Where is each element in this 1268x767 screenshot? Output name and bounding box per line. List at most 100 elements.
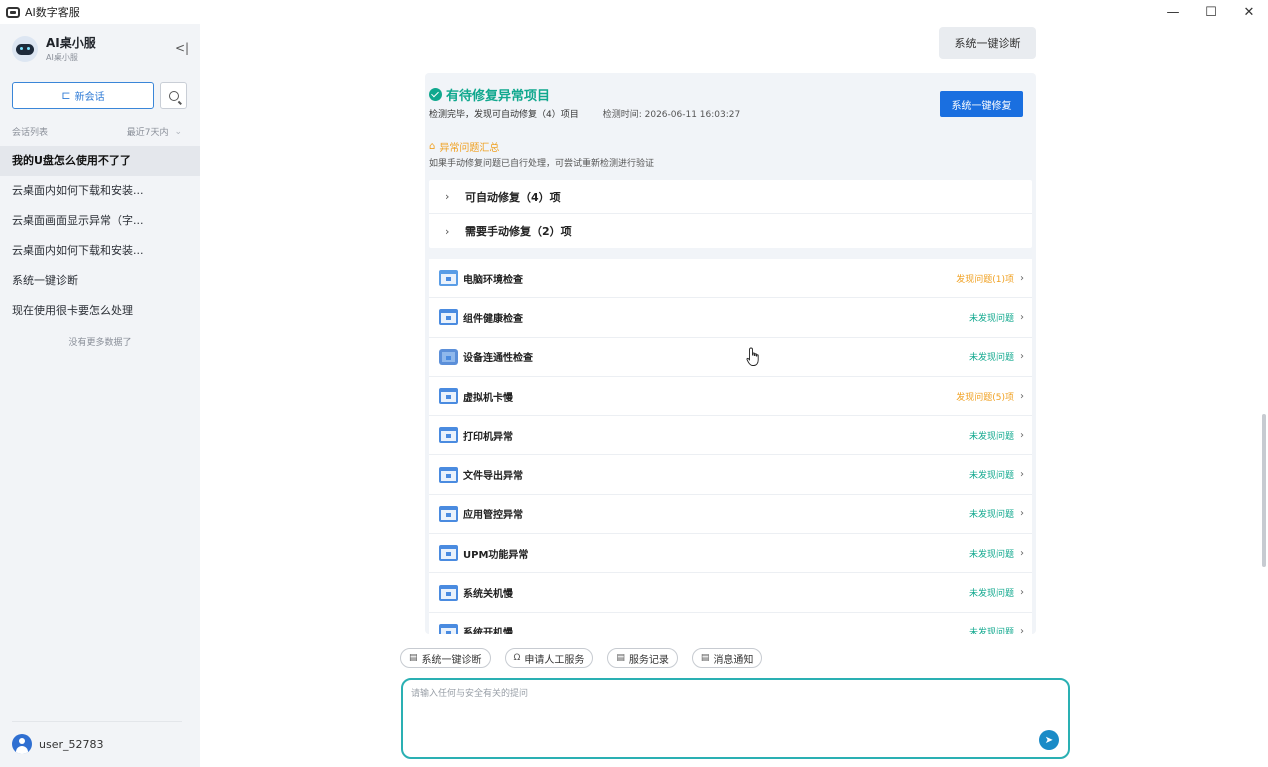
date-filter-dropdown[interactable]: 最近7天内 ⌄ [126, 125, 182, 139]
chip-label: 系统一键诊断 [421, 654, 482, 666]
check-item[interactable]: 系统开机慢 未发现问题 › [429, 613, 1032, 634]
check-status: 未发现问题 [968, 431, 1014, 442]
quick-action-diagnose[interactable]: ▤ 系统一键诊断 [400, 648, 491, 668]
check-name: 电脑环境检查 [463, 274, 523, 286]
window-controls: — ☐ ✕ [1154, 0, 1268, 24]
new-chat-label: 新会话 [74, 92, 105, 103]
chevron-right-icon: › [1020, 272, 1024, 284]
conversation-list-header: 会话列表 最近7天内 ⌄ [12, 125, 182, 139]
sidebar: AI桌小服 AI桌小服 <| ⊏ 新会话 会话列表 最近7天内 ⌄ 我的U盘怎么… [0, 24, 200, 767]
check-status: 未发现问题 [968, 549, 1014, 560]
check-item[interactable]: 系统关机慢 未发现问题 › [429, 573, 1032, 613]
window-icon [439, 545, 458, 562]
one-click-fix-button[interactable]: 系统一键修复 [940, 91, 1023, 117]
app-icon [6, 6, 20, 18]
quick-action-service-records[interactable]: ▤ 服务记录 [607, 648, 678, 668]
check-circle-icon [429, 88, 442, 101]
check-name: 设备连通性检查 [463, 353, 533, 365]
maximize-button[interactable]: ☐ [1192, 0, 1230, 24]
search-button[interactable] [160, 82, 187, 109]
conversation-item[interactable]: 云桌面内如何下载和安装... [0, 176, 200, 206]
issue-summary-text: 异常问题汇总 [439, 143, 500, 154]
check-item[interactable]: 设备连通性检查 未发现问题 › [429, 338, 1032, 377]
diagnosis-result-panel: 有待修复异常项目 检测完毕，发现可自动修复（4）项目 检测时间: 2026-06-… [425, 73, 1036, 634]
check-status: 未发现问题 [968, 353, 1014, 364]
doc-icon: ▤ [409, 653, 418, 663]
doc-icon: ▤ [616, 653, 625, 663]
check-item[interactable]: 电脑环境检查 发现问题(1)项 › [429, 259, 1032, 299]
window-icon [439, 309, 458, 326]
conversation-item[interactable]: 云桌面内如何下载和安装... [0, 236, 200, 266]
new-chat-button[interactable]: ⊏ 新会话 [12, 82, 154, 109]
check-item[interactable]: UPM功能异常 未发现问题 › [429, 534, 1032, 574]
sidebar-divider [12, 721, 182, 722]
send-icon: ➤ [1044, 734, 1054, 746]
search-icon [168, 90, 179, 101]
new-chat-icon: ⊏ [61, 89, 71, 102]
conversation-item[interactable]: 云桌面画面显示异常（字... [0, 206, 200, 236]
chevron-right-icon: › [1020, 351, 1024, 363]
window-icon [439, 388, 458, 405]
window-icon [439, 584, 458, 601]
detection-time: 检测时间: 2026-06-11 16:03:27 [602, 110, 741, 120]
check-status: 未发现问题 [968, 628, 1014, 634]
check-status: 未发现问题 [968, 313, 1014, 324]
minimize-button[interactable]: — [1154, 0, 1192, 24]
check-status: 发现问题(5)项 [956, 392, 1014, 403]
conversation-list: 我的U盘怎么使用不了了 云桌面内如何下载和安装... 云桌面画面显示异常（字..… [0, 146, 200, 326]
chevron-right-icon: › [1020, 429, 1024, 441]
check-item[interactable]: 虚拟机卡慢 发现问题(5)项 › [429, 377, 1032, 417]
user-profile[interactable]: user_52783 [12, 734, 104, 754]
check-status: 发现问题(1)项 [956, 274, 1014, 285]
result-title-text: 有待修复异常项目 [446, 89, 551, 104]
manual-fix-group[interactable]: › 需要手动修复（2）项 [429, 214, 1032, 248]
check-status: 未发现问题 [968, 589, 1014, 600]
cube-icon [439, 348, 458, 365]
check-item[interactable]: 组件健康检查 未发现问题 › [429, 298, 1032, 338]
group-label: 需要手动修复（2）项 [465, 225, 572, 238]
date-filter-label: 最近7天内 [126, 128, 169, 138]
quick-action-human-service[interactable]: Ω 申请人工服务 [504, 648, 594, 668]
doc-icon: ▤ [700, 653, 710, 663]
check-item[interactable]: 应用管控异常 未发现问题 › [429, 495, 1032, 535]
quick-action-notifications[interactable]: ▤ 消息通知 [691, 648, 763, 668]
check-name: 虚拟机卡慢 [463, 392, 513, 404]
check-status: 未发现问题 [968, 471, 1014, 482]
window-icon [439, 623, 458, 634]
system-diagnose-button[interactable]: 系统一键诊断 [939, 27, 1036, 59]
page-scrollbar[interactable] [1262, 414, 1266, 567]
brand-subtitle: AI桌小服 [46, 53, 78, 62]
user-name: user_52783 [39, 737, 104, 751]
check-name: 打印机异常 [463, 431, 513, 443]
chip-label: 申请人工服务 [524, 654, 585, 666]
close-button[interactable]: ✕ [1230, 0, 1268, 24]
conversation-item[interactable]: 我的U盘怎么使用不了了 [0, 146, 200, 176]
headset-icon: Ω [513, 653, 521, 663]
collapse-sidebar-icon[interactable]: <| [175, 41, 189, 55]
check-name: 应用管控异常 [463, 510, 523, 522]
hand-cursor-icon [746, 347, 759, 366]
check-item[interactable]: 文件导出异常 未发现问题 › [429, 455, 1032, 495]
question-input[interactable] [411, 686, 1031, 746]
check-name: 文件导出异常 [463, 471, 523, 483]
chevron-right-icon: › [1020, 469, 1024, 481]
chevron-right-icon: › [1020, 311, 1024, 323]
window-icon [439, 427, 458, 444]
window-title: AI数字客服 [25, 6, 80, 19]
chip-label: 服务记录 [628, 654, 669, 666]
send-button[interactable]: ➤ [1039, 730, 1059, 750]
monitor-icon [439, 270, 458, 287]
issue-summary-hint: 如果手动修复问题已自行处理，可尝试重新检测进行验证 [429, 159, 655, 169]
result-subtitle: 检测完毕，发现可自动修复（4）项目 检测时间: 2026-06-11 16:03:… [429, 107, 740, 120]
conversation-item[interactable]: 系统一键诊断 [0, 266, 200, 296]
robot-avatar-icon [12, 35, 38, 62]
auto-fix-group[interactable]: › 可自动修复（4）项 [429, 180, 1032, 214]
check-item[interactable]: 打印机异常 未发现问题 › [429, 416, 1032, 456]
check-list: 电脑环境检查 发现问题(1)项 › 组件健康检查 未发现问题 › 设备连通性检查… [429, 259, 1032, 634]
chevron-right-icon: › [445, 190, 450, 203]
window-icon [439, 505, 458, 522]
issue-summary-title: ⌂ 异常问题汇总 [429, 139, 499, 154]
conversation-item[interactable]: 现在使用很卡要怎么处理 [0, 296, 200, 326]
chevron-right-icon: › [445, 224, 450, 238]
question-input-box: ➤ [401, 678, 1070, 759]
